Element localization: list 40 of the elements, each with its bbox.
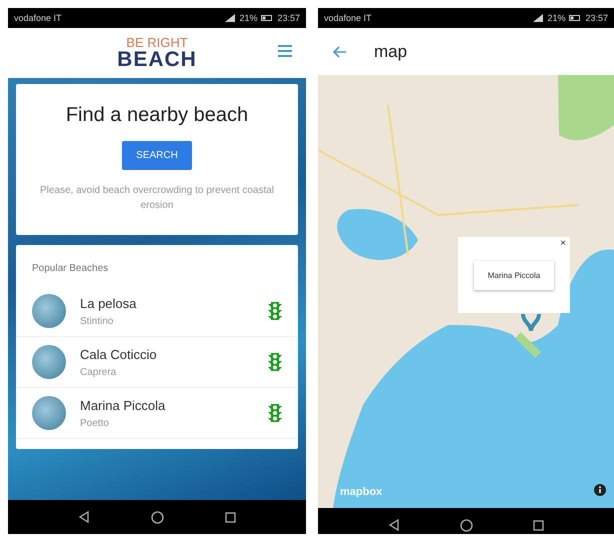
signal-icon bbox=[225, 14, 236, 22]
photo-placeholder bbox=[32, 396, 66, 430]
beach-location: Stintino bbox=[80, 316, 114, 326]
photo-placeholder bbox=[32, 345, 66, 379]
popup-label[interactable]: Marina Piccola bbox=[474, 260, 554, 290]
carrier-text: vodafone IT bbox=[14, 13, 62, 23]
time-text: 23:57 bbox=[585, 13, 608, 23]
card-title: Find a nearby beach bbox=[66, 104, 248, 127]
beach-location: Poetto bbox=[80, 418, 110, 428]
map-marker-icon bbox=[521, 312, 541, 332]
home-icon[interactable] bbox=[150, 510, 164, 524]
beach-location: Caprera bbox=[80, 366, 118, 378]
signal-icon bbox=[533, 14, 544, 22]
battery-icon bbox=[261, 15, 274, 21]
beach-name: Marina Piccola bbox=[80, 398, 166, 412]
back-button[interactable] bbox=[332, 46, 346, 58]
beach-name: La pelosa bbox=[80, 296, 138, 310]
beach-name: Cala Coticcio bbox=[80, 346, 158, 362]
search-button[interactable]: SEARCH bbox=[122, 141, 192, 170]
time-text: 23:57 bbox=[277, 13, 300, 23]
back-icon[interactable] bbox=[388, 519, 400, 531]
recents-icon[interactable] bbox=[533, 520, 544, 530]
close-button[interactable]: × bbox=[560, 238, 566, 249]
back-icon[interactable] bbox=[78, 511, 90, 523]
page-title: map bbox=[374, 42, 408, 62]
battery-text: 21% bbox=[547, 13, 566, 23]
logo: BE RIGHT BEACH bbox=[117, 36, 197, 70]
battery-icon bbox=[569, 15, 582, 21]
recents-icon[interactable] bbox=[224, 512, 236, 522]
carrier-text: vodafone IT bbox=[324, 13, 372, 23]
beach-list-item[interactable]: La pelosa Stintino bbox=[16, 286, 298, 337]
section-title: Popular Beaches bbox=[32, 263, 110, 274]
menu-button[interactable] bbox=[278, 45, 292, 57]
hint-text: Please, avoid beach overcrowding to prevent coastal erosion bbox=[38, 184, 276, 212]
info-icon[interactable] bbox=[594, 484, 606, 496]
photo-placeholder bbox=[32, 294, 66, 328]
beach-list-item[interactable]: Marina Piccola Poetto bbox=[16, 388, 298, 439]
battery-text: 21% bbox=[239, 13, 258, 23]
home-icon[interactable] bbox=[460, 518, 473, 532]
beach-list-item[interactable]: Cala Coticcio Caprera bbox=[16, 337, 298, 388]
